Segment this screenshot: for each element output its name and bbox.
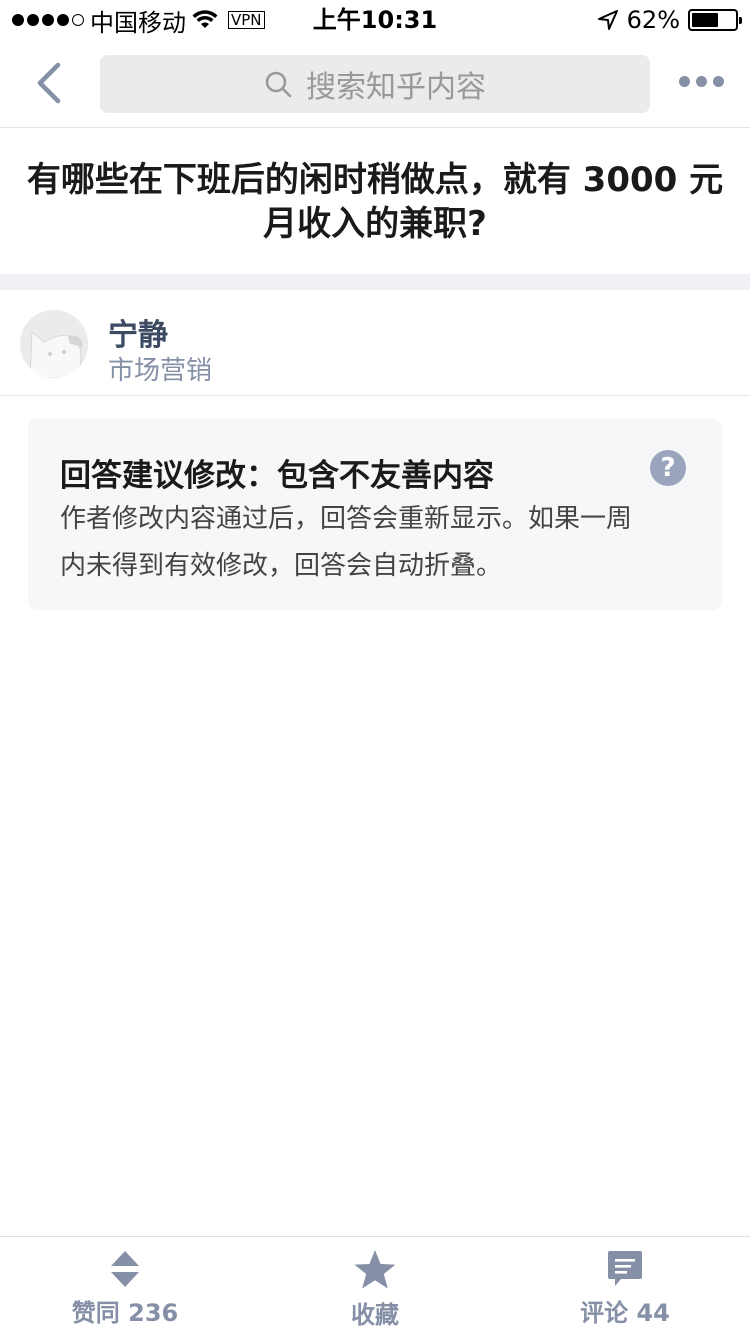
comment-button[interactable]: 评论 44	[500, 1237, 750, 1334]
search-icon	[265, 71, 292, 98]
default-avatar-icon	[20, 310, 88, 378]
question-title[interactable]: 有哪些在下班后的闲时稍做点，就有 3000 元月收入的兼职?	[20, 158, 730, 246]
comment-label: 评论 44	[580, 1299, 670, 1327]
nav-bar: 搜索知乎内容	[0, 40, 750, 128]
search-placeholder: 搜索知乎内容	[306, 70, 486, 105]
collect-label: 收藏	[351, 1301, 399, 1329]
bottom-bar: 赞同 236 收藏 评论 44	[0, 1236, 750, 1334]
battery-fill	[692, 13, 719, 27]
more-button[interactable]	[679, 76, 724, 87]
back-button[interactable]	[28, 58, 68, 108]
vote-label: 赞同 236	[71, 1299, 179, 1327]
author-headline: 市场营销	[108, 356, 213, 386]
location-arrow-icon	[597, 10, 618, 30]
battery-percent: 62%	[626, 6, 680, 34]
help-icon[interactable]: ?	[650, 450, 686, 486]
search-input[interactable]: 搜索知乎内容	[100, 55, 650, 113]
notice-title: 回答建议修改：包含不友善内容	[60, 458, 494, 494]
more-icon	[679, 76, 690, 87]
collect-button[interactable]: 收藏	[250, 1237, 500, 1334]
back-chevron-icon	[37, 62, 61, 104]
vote-button[interactable]: 赞同 236	[0, 1237, 250, 1334]
status-right: 62%	[597, 0, 742, 40]
section-divider	[0, 274, 750, 290]
author-name[interactable]: 宁静	[108, 310, 168, 354]
notice-body: 作者修改内容通过后，回答会重新显示。如果一周内未得到有效修改，回答会自动折叠。	[60, 504, 633, 581]
star-icon	[354, 1250, 396, 1289]
battery-icon	[688, 9, 742, 31]
comment-icon	[608, 1251, 642, 1286]
avatar[interactable]	[20, 310, 88, 378]
status-bar: 中国移动 VPN 上午10:31 62%	[0, 0, 750, 40]
author-row[interactable]: 宁静 市场营销	[0, 290, 750, 396]
notice-card: 回答建议修改：包含不友善内容 ? 作者修改内容通过后，回答会重新显示。如果一周内…	[28, 418, 722, 610]
vote-icon	[111, 1251, 139, 1287]
